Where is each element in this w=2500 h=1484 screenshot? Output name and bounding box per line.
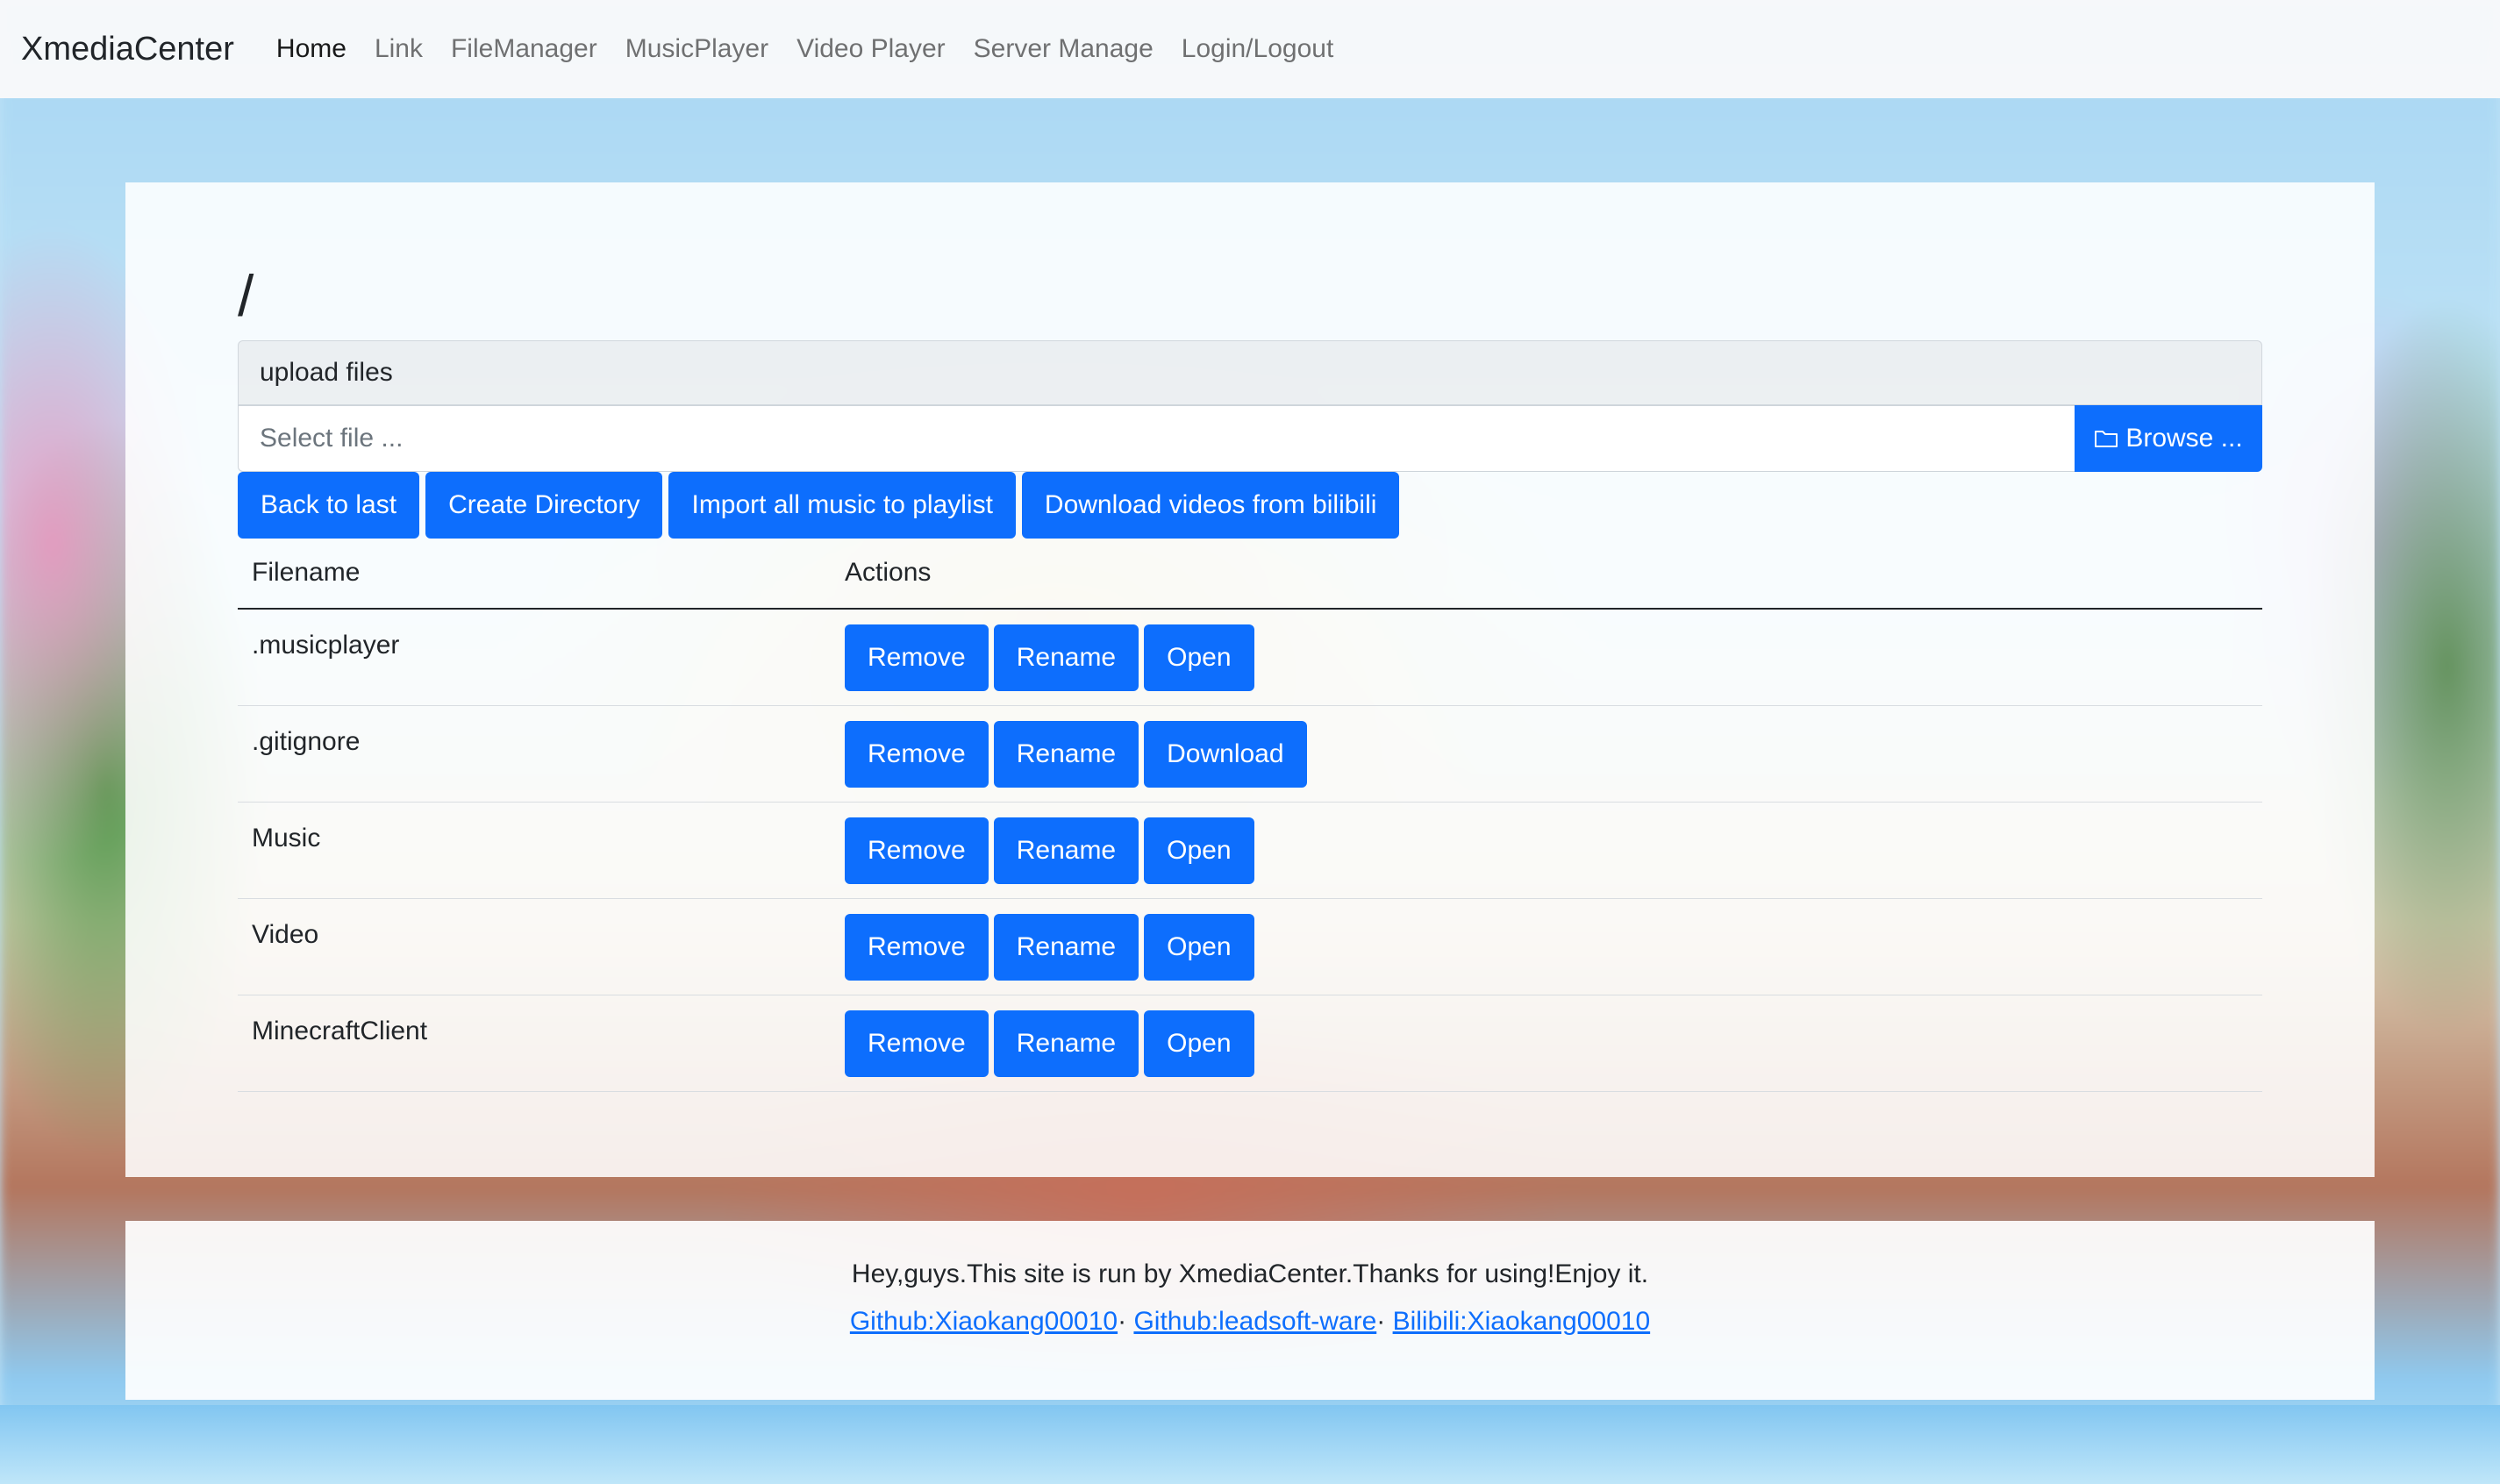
download-bilibili-button[interactable]: Download videos from bilibili <box>1021 472 1400 539</box>
import-music-button[interactable]: Import all music to playlist <box>668 472 1016 539</box>
folder-icon <box>2095 431 2118 447</box>
footer-text: Hey,guys.This site is run by XmediaCente… <box>851 1259 1649 1288</box>
rename-button[interactable]: Rename <box>993 913 1139 981</box>
header-actions: Actions <box>845 558 932 587</box>
navbar: XmediaCenter Home Link FileManager Music… <box>0 0 2500 98</box>
remove-button[interactable]: Remove <box>845 817 989 884</box>
back-to-last-button[interactable]: Back to last <box>238 472 420 539</box>
nav-home[interactable]: Home <box>276 34 346 64</box>
file-name: .musicplayer <box>252 631 400 660</box>
footer-separator: · <box>1376 1307 1386 1336</box>
table-row: Music Remove Rename Open <box>238 803 2262 899</box>
open-button[interactable]: Open <box>1144 624 1254 691</box>
row-actions: Remove Rename Open <box>845 899 1254 995</box>
table-row: MinecraftClient Remove Rename Open <box>238 995 2262 1092</box>
rename-button[interactable]: Rename <box>993 624 1139 691</box>
header-filename: Filename <box>252 558 361 587</box>
table-row: Video Remove Rename Open <box>238 899 2262 995</box>
footer-links: Github:Xiaokang00010· Github:leadsoft-wa… <box>125 1307 2375 1337</box>
file-select-input[interactable] <box>238 405 2075 472</box>
table-row: .musicplayer Remove Rename Open <box>238 610 2262 706</box>
file-name: Video <box>252 920 319 949</box>
current-path: / <box>238 263 254 328</box>
open-button[interactable]: Open <box>1144 817 1254 884</box>
rename-button[interactable]: Rename <box>993 817 1139 884</box>
background-bottom <box>0 1405 2500 1484</box>
nav-musicplayer[interactable]: MusicPlayer <box>625 34 768 64</box>
browse-label: Browse ... <box>2125 424 2243 453</box>
file-select-group: Browse ... <box>238 405 2262 472</box>
brand-link[interactable]: XmediaCenter <box>21 31 234 68</box>
row-actions: Remove Rename Open <box>845 803 1254 898</box>
remove-button[interactable]: Remove <box>845 624 989 691</box>
footer-separator: · <box>1118 1307 1127 1336</box>
file-toolbar: Back to last Create Directory Import all… <box>238 472 1400 539</box>
github-leadsoft-link[interactable]: Github:leadsoft-ware <box>1133 1307 1376 1336</box>
nav-videoplayer[interactable]: Video Player <box>796 34 946 64</box>
remove-button[interactable]: Remove <box>845 720 989 788</box>
rename-button[interactable]: Rename <box>993 720 1139 788</box>
row-actions: Remove Rename Open <box>845 610 1254 705</box>
browse-button[interactable]: Browse ... <box>2075 405 2262 472</box>
open-button[interactable]: Open <box>1144 1010 1254 1077</box>
remove-button[interactable]: Remove <box>845 913 989 981</box>
file-name: MinecraftClient <box>252 1017 428 1045</box>
nav-server-manage[interactable]: Server Manage <box>974 34 1154 64</box>
nav-link[interactable]: Link <box>375 34 423 64</box>
remove-button[interactable]: Remove <box>845 1010 989 1077</box>
footer: Hey,guys.This site is run by XmediaCente… <box>125 1221 2375 1400</box>
create-directory-button[interactable]: Create Directory <box>425 472 663 539</box>
bilibili-link[interactable]: Bilibili:Xiaokang00010 <box>1393 1307 1651 1336</box>
open-button[interactable]: Open <box>1144 913 1254 981</box>
table-row: .gitignore Remove Rename Download <box>238 706 2262 803</box>
file-table: Filename Actions .musicplayer Remove Ren… <box>238 538 2262 1092</box>
github-xiaokang-link[interactable]: Github:Xiaokang00010 <box>850 1307 1118 1336</box>
row-actions: Remove Rename Open <box>845 995 1254 1091</box>
file-manager-card: / upload files Browse ... Back to last C… <box>125 182 2375 1177</box>
rename-button[interactable]: Rename <box>993 1010 1139 1077</box>
upload-files-label: upload files <box>238 340 2262 405</box>
file-name: .gitignore <box>252 727 361 756</box>
nav-login-logout[interactable]: Login/Logout <box>1182 34 1334 64</box>
row-actions: Remove Rename Download <box>845 706 1307 802</box>
table-header: Filename Actions <box>238 538 2262 610</box>
download-button[interactable]: Download <box>1144 720 1307 788</box>
nav-filemanager[interactable]: FileManager <box>451 34 597 64</box>
file-name: Music <box>252 824 321 853</box>
